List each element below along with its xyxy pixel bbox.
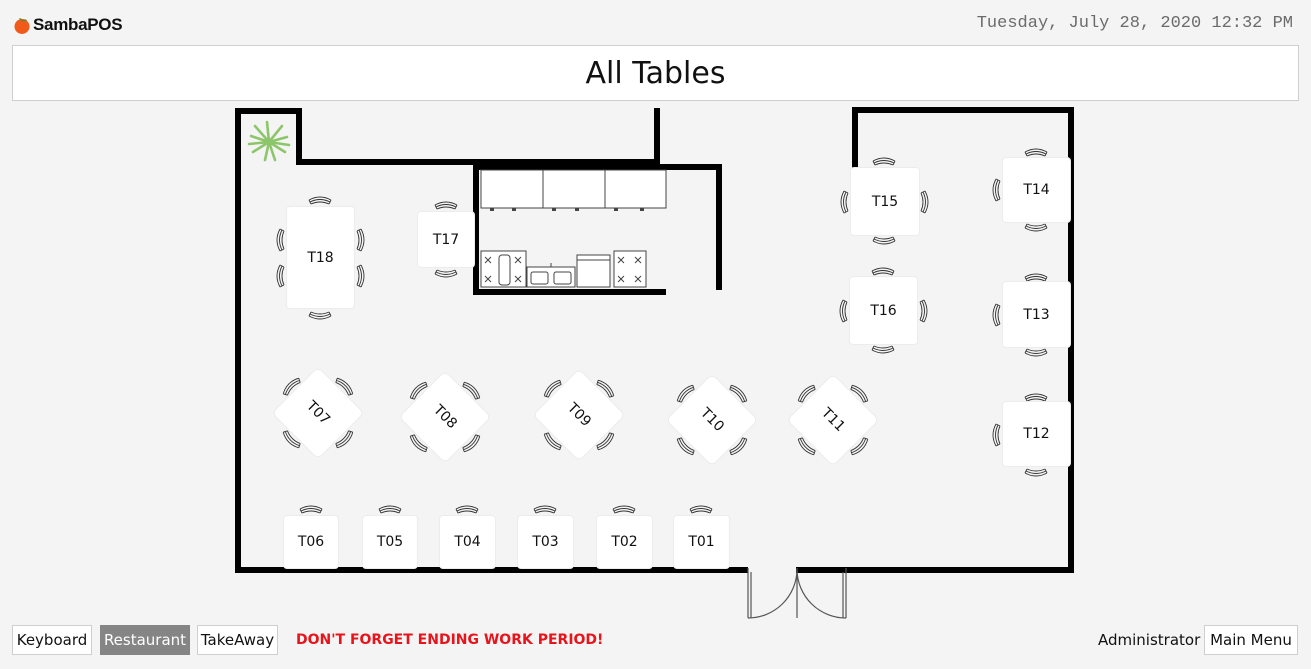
work-period-warning: DON'T FORGET ENDING WORK PERIOD! (296, 632, 604, 648)
chair (308, 196, 332, 205)
chair (1024, 468, 1048, 477)
chair (434, 201, 458, 210)
table-label: T12 (1023, 426, 1050, 442)
table-t03[interactable]: T03 (518, 516, 573, 568)
table-t05[interactable]: T05 (363, 516, 417, 568)
chair (871, 267, 895, 276)
chair (992, 423, 1001, 447)
table-label: T15 (871, 193, 899, 210)
chair (612, 505, 636, 514)
chair (992, 303, 1001, 327)
chair (1024, 348, 1048, 357)
table-label: T06 (297, 534, 325, 550)
restaurant-tab[interactable]: Restaurant (100, 625, 190, 655)
table-t12[interactable]: T12 (1003, 402, 1070, 466)
takeaway-tab[interactable]: TakeAway (197, 625, 278, 655)
table-label: T02 (611, 534, 638, 550)
table-t06[interactable]: T06 (284, 516, 338, 568)
chair (455, 505, 479, 514)
chair (434, 269, 458, 278)
table-label: T07 (303, 398, 333, 428)
entrance-door (747, 568, 847, 619)
table-label: T08 (430, 402, 460, 432)
chair (872, 236, 896, 245)
table-t17[interactable]: T17 (418, 212, 474, 267)
keyboard-button[interactable]: Keyboard (12, 625, 92, 655)
table-label: T18 (307, 249, 334, 266)
table-t14[interactable]: T14 (1003, 158, 1070, 222)
table-t02[interactable]: T02 (597, 516, 652, 568)
table-label: T01 (688, 534, 715, 550)
table-label: T03 (532, 534, 559, 550)
table-label: T14 (1023, 182, 1050, 198)
table-label: T13 (1023, 306, 1050, 323)
chair (533, 505, 557, 514)
chair (871, 345, 895, 354)
table-label: T16 (870, 302, 897, 319)
chair (1024, 273, 1048, 282)
table-t18[interactable]: T18 (287, 207, 354, 308)
chair (356, 228, 365, 252)
chair (840, 190, 849, 214)
chair (992, 178, 1001, 202)
table-t04[interactable]: T04 (440, 516, 495, 568)
chair (1024, 148, 1048, 157)
table-label: T09 (564, 400, 594, 430)
table-label: T11 (818, 405, 848, 435)
table-t16[interactable]: T16 (850, 277, 917, 344)
table-t15[interactable]: T15 (851, 168, 919, 235)
kitchen (480, 169, 667, 288)
chair (872, 157, 896, 166)
table-label: T17 (432, 231, 460, 248)
chair (356, 264, 365, 288)
chair (299, 505, 323, 514)
chair (1024, 393, 1048, 402)
footer-bar: Keyboard Restaurant TakeAway DON'T FORGE… (0, 625, 1311, 657)
chair (1024, 223, 1048, 232)
chair (689, 505, 713, 514)
chair (276, 264, 285, 288)
chair (839, 299, 848, 323)
table-label: T10 (697, 405, 727, 435)
chair (920, 190, 929, 214)
plant-icon (247, 120, 291, 162)
main-menu-button[interactable]: Main Menu (1204, 625, 1298, 655)
user-name: Administrator (1098, 631, 1201, 649)
table-t13[interactable]: T13 (1003, 282, 1070, 347)
chair (308, 311, 332, 320)
chair (276, 228, 285, 252)
table-label: T05 (376, 534, 404, 550)
chair (378, 505, 402, 514)
floor-plan (235, 107, 1074, 619)
table-label: T04 (454, 534, 481, 550)
chair (919, 299, 928, 323)
table-t01[interactable]: T01 (674, 516, 729, 568)
